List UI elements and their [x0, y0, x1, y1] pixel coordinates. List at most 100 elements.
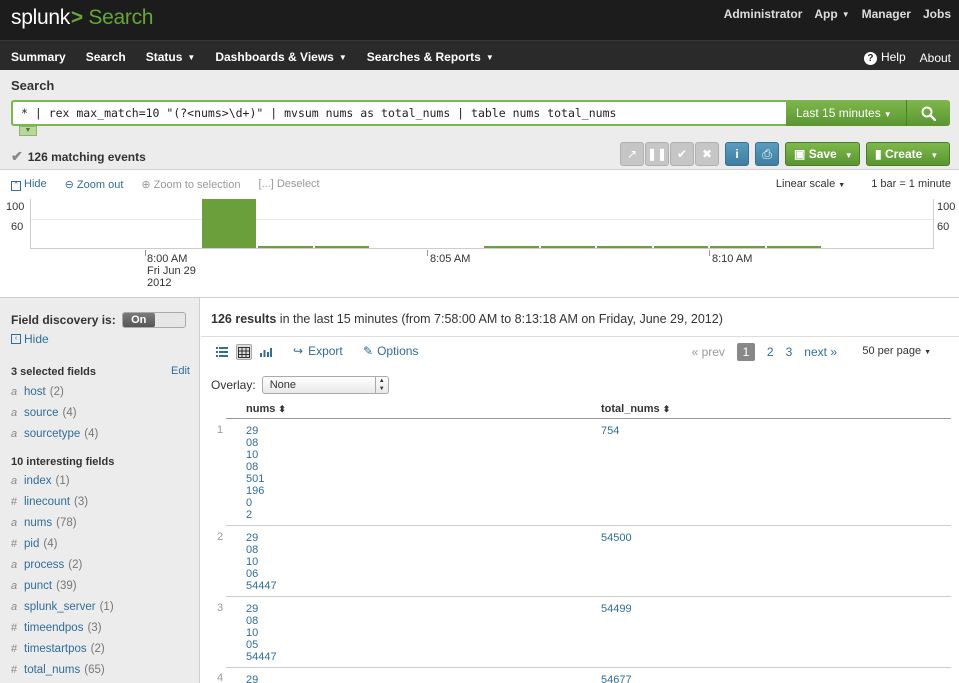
- finalize-icon[interactable]: ✔: [670, 142, 694, 166]
- deselect-link[interactable]: [...] Deselect: [258, 178, 319, 191]
- nav-searches-reports[interactable]: Searches & Reports ▼: [367, 50, 494, 64]
- results-summary: 126 results in the last 15 minutes (from…: [211, 312, 723, 326]
- nav-summary[interactable]: Summary: [11, 50, 66, 64]
- nav-dashboards[interactable]: Dashboards & Views ▼: [215, 50, 346, 64]
- value-link[interactable]: 08: [246, 437, 264, 449]
- interesting-fields-title: 10 interesting fields: [11, 456, 115, 468]
- send-to-background-icon[interactable]: ↗: [620, 142, 644, 166]
- y-tick-left-100: 100: [6, 201, 25, 213]
- create-button[interactable]: ▮ Create ▼: [866, 142, 950, 166]
- value-link[interactable]: 196: [246, 485, 264, 497]
- cell-total-nums[interactable]: 54499: [601, 603, 632, 615]
- cell-total-nums[interactable]: 754: [601, 425, 619, 437]
- value-link[interactable]: 54447: [246, 580, 277, 592]
- value-link[interactable]: 54447: [246, 651, 277, 663]
- search-input[interactable]: * | rex max_match=10 "(?<nums>\d+)" | mv…: [11, 100, 786, 126]
- chart-view-icon[interactable]: [258, 344, 274, 360]
- field-discovery-toggle[interactable]: On: [121, 312, 186, 328]
- column-header-nums[interactable]: nums ⬍: [246, 403, 286, 415]
- checkmark-icon: ✔: [11, 148, 23, 164]
- value-link[interactable]: 501: [246, 473, 264, 485]
- field-item[interactable]: # pid (4): [11, 538, 57, 550]
- edit-fields-link[interactable]: Edit: [171, 365, 190, 377]
- field-item[interactable]: a host (2): [11, 386, 64, 398]
- timeline-bar[interactable]: [201, 199, 256, 248]
- pause-icon[interactable]: ❚❚: [645, 142, 669, 166]
- cancel-icon[interactable]: ✖: [695, 142, 719, 166]
- topnav-app[interactable]: App ▼: [814, 7, 849, 21]
- value-link[interactable]: 29: [246, 532, 277, 544]
- page-2[interactable]: 2: [767, 345, 774, 359]
- splunk-logo[interactable]: splunk> Search: [11, 6, 153, 30]
- field-count: (3): [87, 622, 102, 634]
- scale-dropdown[interactable]: Linear scale ▼: [776, 178, 845, 190]
- field-item[interactable]: a source (4): [11, 407, 77, 419]
- export-link[interactable]: ↪ Export: [293, 344, 343, 358]
- table-view-icon[interactable]: [236, 344, 252, 360]
- topnav-administrator[interactable]: Administrator: [724, 7, 803, 21]
- topnav-jobs[interactable]: Jobs: [923, 7, 951, 21]
- field-name: host: [24, 386, 46, 398]
- nav-about[interactable]: About: [920, 51, 951, 65]
- value-link[interactable]: 29: [246, 425, 264, 437]
- zoom-selection-link[interactable]: ⊕ Zoom to selection: [141, 178, 240, 191]
- info-icon[interactable]: i: [725, 142, 749, 166]
- timeline-bar[interactable]: [258, 246, 313, 248]
- field-item[interactable]: a sourcetype (4): [11, 428, 98, 440]
- value-link[interactable]: 08: [246, 544, 277, 556]
- timeline-bar[interactable]: [597, 246, 652, 248]
- magnifier-minus-icon: ⊖: [64, 179, 74, 191]
- per-page-dropdown[interactable]: 50 per page ▼: [862, 345, 931, 357]
- value-link[interactable]: 2: [246, 509, 264, 521]
- nav-search[interactable]: Search: [86, 50, 126, 64]
- timeline-bar[interactable]: [653, 246, 708, 248]
- page-1[interactable]: 1: [736, 343, 755, 361]
- field-item[interactable]: # timeendpos (3): [11, 622, 102, 634]
- timeline-bar[interactable]: [314, 246, 369, 248]
- overlay-select[interactable]: None ▲ ▼: [261, 376, 389, 394]
- value-link[interactable]: 29: [246, 674, 258, 683]
- field-item[interactable]: a splunk_server (1): [11, 601, 114, 613]
- top-nav: Administrator App ▼ Manager Jobs: [724, 7, 951, 21]
- field-item[interactable]: a index (1): [11, 475, 70, 487]
- value-link[interactable]: 05: [246, 639, 277, 651]
- timeline-bar[interactable]: [540, 246, 595, 248]
- field-item[interactable]: # timestartpos (2): [11, 643, 105, 655]
- page-3[interactable]: 3: [786, 345, 793, 359]
- save-button[interactable]: ▣ Save ▼: [785, 142, 860, 166]
- timeline-bar[interactable]: [710, 246, 765, 248]
- search-button[interactable]: [907, 100, 950, 126]
- timeline-bar[interactable]: [484, 246, 539, 248]
- value-link[interactable]: 08: [246, 615, 277, 627]
- time-range-picker[interactable]: Last 15 minutes ▼: [786, 100, 907, 126]
- nav-status[interactable]: Status ▼: [146, 50, 196, 64]
- field-item[interactable]: a nums (78): [11, 517, 77, 529]
- value-link[interactable]: 08: [246, 461, 264, 473]
- field-item[interactable]: a punct (39): [11, 580, 77, 592]
- zoom-out-link[interactable]: ⊖ Zoom out: [65, 178, 124, 191]
- cell-total-nums[interactable]: 54677: [601, 674, 632, 683]
- value-link[interactable]: 10: [246, 449, 264, 461]
- topnav-manager[interactable]: Manager: [862, 7, 911, 21]
- timeline-hide[interactable]: ⌃ Hide: [11, 178, 47, 191]
- prev-page[interactable]: « prev: [692, 345, 725, 359]
- timeline-bar[interactable]: [766, 246, 821, 248]
- cell-total-nums[interactable]: 54500: [601, 532, 632, 544]
- nav-help[interactable]: ? Help: [863, 50, 906, 65]
- column-header-total-nums[interactable]: total_nums ⬍: [601, 403, 670, 415]
- list-view-icon[interactable]: [214, 344, 230, 360]
- field-item[interactable]: # total_nums (65): [11, 664, 105, 676]
- expand-search-icon[interactable]: ▼: [19, 126, 37, 136]
- next-page[interactable]: next »: [804, 345, 837, 359]
- value-link[interactable]: 10: [246, 627, 277, 639]
- field-item[interactable]: # linecount (3): [11, 496, 88, 508]
- value-link[interactable]: 29: [246, 603, 277, 615]
- value-link[interactable]: 06: [246, 568, 277, 580]
- timeline-chart[interactable]: [30, 199, 934, 249]
- print-icon[interactable]: ⎙: [755, 142, 779, 166]
- field-item[interactable]: a process (2): [11, 559, 82, 571]
- sidebar-hide[interactable]: ‹ Hide: [11, 332, 49, 346]
- value-link[interactable]: 10: [246, 556, 277, 568]
- value-link[interactable]: 0: [246, 497, 264, 509]
- options-link[interactable]: ✎ Options: [363, 344, 418, 358]
